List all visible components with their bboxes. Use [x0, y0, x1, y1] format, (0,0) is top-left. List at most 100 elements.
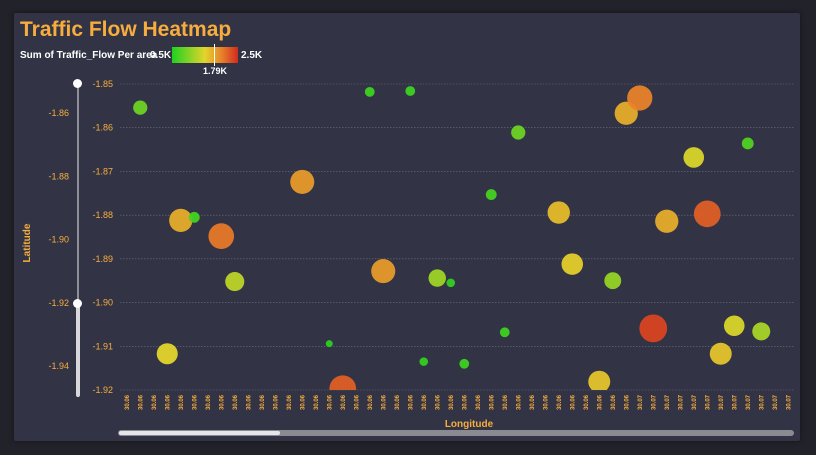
x-tick-label: 30.06: [408, 394, 414, 410]
y-tick-label: -1.87: [92, 166, 113, 176]
x-tick-label: 30.07: [759, 394, 765, 410]
x-tick-label: 30.06: [165, 394, 171, 410]
x-tick-label: 30.06: [314, 394, 320, 410]
data-point: [428, 269, 446, 287]
x-tick-label: 30.06: [233, 394, 239, 410]
x-tick-label: 30.07: [705, 394, 711, 410]
data-point: [371, 259, 396, 284]
data-point: [627, 85, 653, 111]
data-point: [588, 370, 611, 390]
data-point: [225, 272, 245, 292]
slider-ticks: -1.86 -1.88 -1.90 -1.92 -1.94: [48, 108, 69, 371]
x-tick-label: 30.07: [638, 394, 644, 410]
x-tick-label: 30.07: [773, 394, 779, 410]
x-tick-label: 30.06: [557, 394, 563, 410]
data-point: [446, 278, 456, 288]
x-tick-label: 30.06: [422, 394, 428, 410]
data-point: [741, 137, 754, 150]
x-tick-label: 30.06: [219, 394, 225, 410]
x-tick-label: 30.06: [125, 394, 131, 410]
x-tick-label: 30.06: [192, 394, 198, 410]
data-point: [604, 272, 622, 290]
slider-tick-label: -1.86: [48, 108, 69, 118]
data-point: [655, 209, 679, 233]
y-tick-label: -1.92: [92, 385, 113, 395]
y-axis-label: Latitude: [22, 223, 33, 262]
data-point: [208, 223, 235, 249]
x-tick-label: 30.06: [260, 394, 266, 410]
data-point: [133, 100, 148, 115]
x-tick-label: 30.06: [341, 394, 347, 410]
data-point: [459, 358, 470, 369]
x-tick-label: 30.06: [206, 394, 212, 410]
data-point: [156, 343, 178, 365]
data-point: [419, 357, 429, 366]
y-tick-label: -1.89: [92, 254, 113, 264]
x-tick-label: 30.06: [530, 394, 536, 410]
data-point: [405, 86, 416, 96]
data-point: [188, 211, 200, 223]
slider-tick-label: -1.90: [48, 235, 69, 245]
x-axis-ticks: 30.06 30.06 30.06 30.06 30.06 30.06 30.06 30.06…: [125, 394, 793, 410]
data-point: [547, 201, 570, 224]
data-point: [723, 315, 745, 337]
y-axis-ticks: -1.85 -1.86 -1.87 -1.88 -1.89 -1.90 -1.91 -1.92: [92, 79, 113, 395]
scatter-chart: -1.86-1.88-1.90-1.92-1.94 -1.85-1.86-1.8…: [22, 79, 795, 430]
x-tick-label: 30.06: [381, 394, 387, 410]
x-tick-label: 30.06: [570, 394, 576, 410]
data-point: [639, 314, 668, 343]
x-tick-label: 30.06: [368, 394, 374, 410]
slider-tick-label: -1.94: [48, 361, 69, 371]
data-point: [325, 340, 333, 348]
x-tick-label: 30.06: [287, 394, 293, 410]
x-tick-label: 30.06: [597, 394, 603, 410]
y-tick-label: -1.86: [92, 123, 113, 133]
data-point: [693, 200, 721, 228]
x-tick-label: 30.06: [179, 394, 185, 410]
x-axis-label: Longitude: [445, 419, 494, 430]
y-tick-label: -1.88: [92, 210, 113, 220]
x-tick-label: 30.06: [300, 394, 306, 410]
data-point: [290, 169, 315, 194]
x-tick-label: 30.06: [462, 394, 468, 410]
x-tick-label: 30.06: [611, 394, 617, 410]
x-tick-label: 30.07: [786, 394, 792, 410]
x-tick-label: 30.07: [665, 394, 671, 410]
x-tick-label: 30.07: [746, 394, 752, 410]
x-tick-label: 30.07: [651, 394, 657, 410]
x-tick-label: 30.06: [327, 394, 333, 410]
data-points: [133, 85, 771, 390]
x-tick-label: 30.07: [719, 394, 725, 410]
x-tick-label: 30.07: [692, 394, 698, 410]
x-tick-label: 30.07: [732, 394, 738, 410]
x-tick-label: 30.06: [489, 394, 495, 410]
x-tick-label: 30.06: [152, 394, 158, 410]
data-point: [169, 208, 193, 233]
x-tick-label: 30.06: [354, 394, 360, 410]
x-tick-label: 30.06: [503, 394, 509, 410]
data-point: [683, 147, 705, 168]
data-point: [485, 189, 497, 201]
x-tick-label: 30.06: [476, 394, 482, 410]
x-tick-label: 30.06: [435, 394, 441, 410]
x-tick-label: 30.06: [395, 394, 401, 410]
y-tick-label: -1.91: [92, 341, 113, 351]
slider-tick-label: -1.88: [48, 171, 69, 181]
x-tick-label: 30.06: [138, 394, 144, 410]
slider-tick-label: -1.92: [48, 298, 69, 308]
data-point: [561, 253, 584, 275]
data-point: [364, 86, 375, 97]
x-tick-label: 30.06: [449, 394, 455, 410]
data-point: [752, 322, 771, 341]
x-tick-label: 30.07: [678, 394, 684, 410]
y-tick-label: -1.90: [92, 298, 113, 308]
x-tick-label: 30.06: [543, 394, 549, 410]
x-tick-label: 30.06: [516, 394, 522, 410]
x-tick-label: 30.06: [273, 394, 279, 410]
data-point: [511, 125, 526, 140]
data-point: [499, 327, 510, 338]
x-tick-label: 30.06: [584, 394, 590, 410]
x-tick-label: 30.06: [624, 394, 630, 410]
x-tick-label: 30.06: [246, 394, 252, 410]
data-point: [709, 342, 732, 365]
